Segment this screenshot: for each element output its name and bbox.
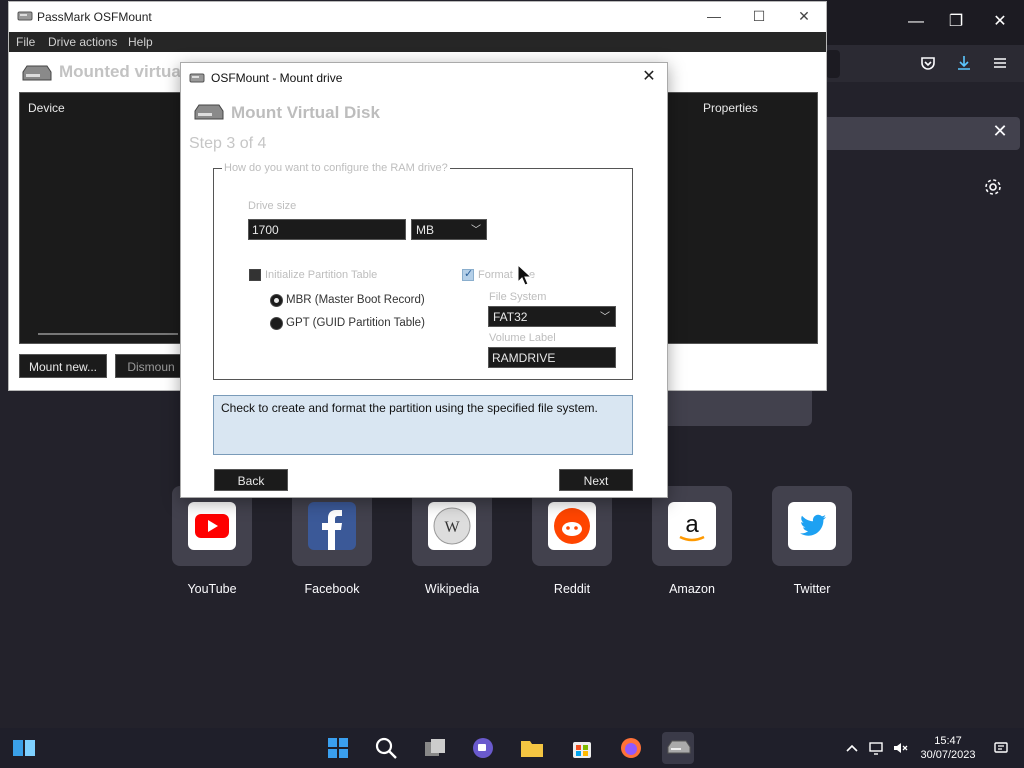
mbr-radio[interactable] xyxy=(270,294,283,307)
dialog-title: OSFMount - Mount drive xyxy=(211,71,343,85)
drive-size-unit-value: MB xyxy=(416,223,434,237)
firefox-icon[interactable] xyxy=(615,732,647,764)
dismount-button[interactable]: Dismoun xyxy=(115,354,187,378)
group-label: How do you want to configure the RAM dri… xyxy=(222,162,450,174)
shortcut-tiles: YouTube Facebook W Wikipedia Reddit a Am… xyxy=(172,486,872,596)
shortcut-youtube[interactable]: YouTube xyxy=(172,486,252,596)
horizontal-scrollbar[interactable] xyxy=(38,333,178,335)
drive-size-label: Drive size xyxy=(248,200,297,212)
svg-text:W: W xyxy=(444,519,460,536)
url-bar[interactable] xyxy=(826,50,840,78)
mount-new-button[interactable]: Mount new... xyxy=(19,354,107,378)
background-panel xyxy=(660,390,812,426)
facebook-logo-icon xyxy=(322,510,342,550)
volume-muted-icon[interactable] xyxy=(892,740,908,756)
widgets-icon[interactable] xyxy=(8,732,40,764)
twitter-logo-icon xyxy=(800,514,826,536)
amazon-logo-icon: a xyxy=(679,511,705,542)
back-button[interactable]: Back xyxy=(214,469,288,491)
youtube-logo-icon xyxy=(195,514,229,538)
format-label: Format xyxy=(478,269,513,281)
pocket-icon[interactable] xyxy=(919,54,937,72)
menu-help[interactable]: Help xyxy=(128,35,153,49)
shortcut-label: Facebook xyxy=(304,582,360,596)
main-heading: Mounted virtual xyxy=(59,62,186,81)
chevron-down-icon: ﹀ xyxy=(471,225,481,236)
task-view-icon[interactable] xyxy=(419,732,451,764)
main-title-bar: PassMark OSFMount — ☐ ✕ xyxy=(9,2,826,32)
system-clock[interactable]: 15:47 30/07/2023 xyxy=(914,734,982,762)
browser-restore-button[interactable]: ❐ xyxy=(946,12,966,32)
init-partition-label: Initialize Partition Table xyxy=(265,269,378,281)
menu-drive-actions[interactable]: Drive actions xyxy=(48,35,117,49)
mouse-cursor-icon xyxy=(517,264,533,286)
search-icon[interactable] xyxy=(370,732,402,764)
drive-size-input[interactable]: 1700 xyxy=(248,219,406,240)
shortcut-reddit[interactable]: Reddit xyxy=(532,486,612,596)
file-system-label: File System xyxy=(489,291,547,303)
shortcut-label: Wikipedia xyxy=(424,582,480,596)
shortcut-label: YouTube xyxy=(187,582,237,596)
start-icon[interactable] xyxy=(322,732,354,764)
store-icon[interactable] xyxy=(566,732,598,764)
clock-date: 30/07/2023 xyxy=(920,749,976,761)
notification-close-button[interactable]: ✕ xyxy=(990,121,1010,141)
browser-close-button[interactable]: ✕ xyxy=(990,12,1010,32)
file-explorer-icon[interactable] xyxy=(516,732,548,764)
wikipedia-logo-icon: W xyxy=(433,507,471,545)
shortcut-label: Twitter xyxy=(793,582,831,596)
volume-label-input[interactable]: RAMDRIVE xyxy=(488,347,616,368)
chat-icon[interactable] xyxy=(467,732,499,764)
osfmount-icon[interactable] xyxy=(662,732,694,764)
menu-icon[interactable] xyxy=(991,54,1009,72)
drive-icon xyxy=(22,65,52,81)
shortcut-twitter[interactable]: Twitter xyxy=(772,486,852,596)
reddit-logo-icon xyxy=(554,508,590,544)
file-system-select[interactable]: FAT32 ﹀ xyxy=(488,306,616,327)
dialog-heading: Mount Virtual Disk xyxy=(231,103,380,122)
gear-icon[interactable] xyxy=(983,177,1003,197)
downloads-icon[interactable] xyxy=(955,54,973,72)
taskbar: 15:47 30/07/2023 xyxy=(0,728,1024,768)
gpt-radio[interactable] xyxy=(270,317,283,330)
help-text-box: Check to create and format the partition… xyxy=(213,395,633,455)
file-system-value: FAT32 xyxy=(493,310,528,324)
mbr-label: MBR (Master Boot Record) xyxy=(286,294,425,306)
dialog-close-button[interactable]: ✕ xyxy=(639,67,659,87)
ram-drive-config-group: How do you want to configure the RAM dri… xyxy=(213,162,633,380)
chevron-up-icon[interactable] xyxy=(844,740,860,756)
network-icon[interactable] xyxy=(868,740,884,756)
volume-label-label: Volume Label xyxy=(489,332,556,344)
init-partition-checkbox[interactable] xyxy=(249,269,261,281)
drive-icon xyxy=(17,11,33,21)
dialog-title-bar: OSFMount - Mount drive ✕ xyxy=(181,63,667,91)
shortcut-label: Reddit xyxy=(553,582,591,596)
browser-title-bar: — ❐ ✕ xyxy=(826,0,1024,45)
shortcut-wikipedia[interactable]: W Wikipedia xyxy=(412,486,492,596)
column-properties[interactable]: Properties xyxy=(703,101,758,115)
notifications-icon[interactable] xyxy=(993,740,1009,756)
drive-icon xyxy=(194,104,224,120)
gpt-label: GPT (GUID Partition Table) xyxy=(286,317,425,329)
menu-file[interactable]: File xyxy=(16,35,35,49)
main-window-title: PassMark OSFMount xyxy=(37,10,152,24)
browser-minimize-button[interactable]: — xyxy=(906,12,926,32)
drive-icon xyxy=(189,73,205,83)
chevron-down-icon: ﹀ xyxy=(600,312,610,323)
mount-drive-dialog: OSFMount - Mount drive ✕ Mount Virtual D… xyxy=(180,62,668,498)
drive-size-unit-select[interactable]: MB ﹀ xyxy=(411,219,487,240)
shortcut-facebook[interactable]: Facebook xyxy=(292,486,372,596)
svg-text:a: a xyxy=(685,511,699,538)
step-indicator: Step 3 of 4 xyxy=(189,135,267,152)
clock-time: 15:47 xyxy=(934,735,962,747)
close-button[interactable]: ✕ xyxy=(789,6,819,26)
shortcut-amazon[interactable]: a Amazon xyxy=(652,486,732,596)
minimize-button[interactable]: — xyxy=(699,6,729,26)
maximize-button[interactable]: ☐ xyxy=(744,6,774,26)
menu-bar: File Drive actions Help xyxy=(9,32,826,52)
next-button[interactable]: Next xyxy=(559,469,633,491)
column-device[interactable]: Device xyxy=(28,101,65,115)
shortcut-label: Amazon xyxy=(669,582,715,596)
format-checkbox[interactable] xyxy=(462,267,474,281)
